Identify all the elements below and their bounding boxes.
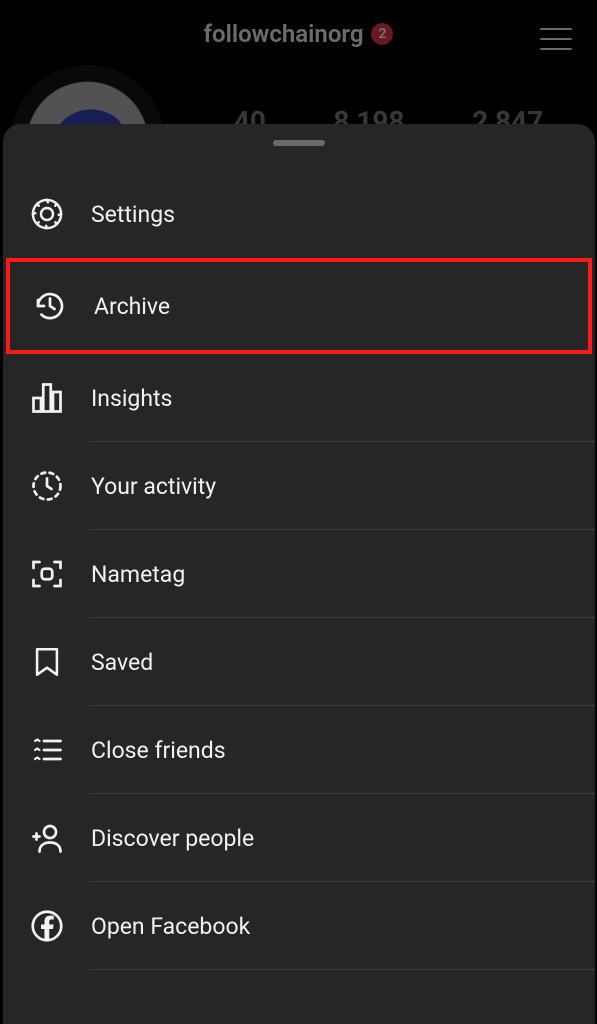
menu-label: Close friends: [91, 737, 226, 764]
menu-item-open-facebook[interactable]: Open Facebook: [3, 882, 595, 970]
nametag-icon: [25, 552, 69, 596]
close-friends-icon: [25, 728, 69, 772]
menu-label: Discover people: [91, 825, 254, 852]
menu-label: Archive: [94, 293, 170, 320]
menu-label: Settings: [91, 201, 175, 228]
menu-item-discover-people[interactable]: Discover people: [3, 794, 595, 882]
menu-item-saved[interactable]: Saved: [3, 618, 595, 706]
discover-people-icon: [25, 816, 69, 860]
menu-item-insights[interactable]: Insights: [3, 354, 595, 442]
menu-label: Your activity: [91, 473, 216, 500]
menu-label: Saved: [91, 649, 153, 676]
menu-label: Open Facebook: [91, 913, 250, 940]
sheet-grabber[interactable]: [273, 140, 325, 146]
menu-item-close-friends[interactable]: Close friends: [3, 706, 595, 794]
profile-header: followchainorg 2: [0, 0, 597, 68]
facebook-icon: [25, 904, 69, 948]
settings-icon: [25, 192, 69, 236]
menu-item-archive[interactable]: Archive: [6, 258, 592, 354]
menu-item-activity[interactable]: Your activity: [3, 442, 595, 530]
username-text: followchainorg: [204, 20, 364, 48]
menu-item-settings[interactable]: Settings: [3, 170, 595, 258]
activity-icon: [25, 464, 69, 508]
bottom-sheet: Settings Archive Insights: [3, 124, 595, 1024]
insights-icon: [25, 376, 69, 420]
menu-separator: [89, 969, 595, 970]
menu-label: Nametag: [91, 561, 185, 588]
menu-item-nametag[interactable]: Nametag: [3, 530, 595, 618]
username[interactable]: followchainorg 2: [204, 20, 394, 48]
menu-label: Insights: [91, 385, 172, 412]
archive-icon: [28, 284, 72, 328]
saved-icon: [25, 640, 69, 684]
notification-badge: 2: [371, 23, 393, 45]
hamburger-menu-icon[interactable]: [540, 28, 572, 50]
